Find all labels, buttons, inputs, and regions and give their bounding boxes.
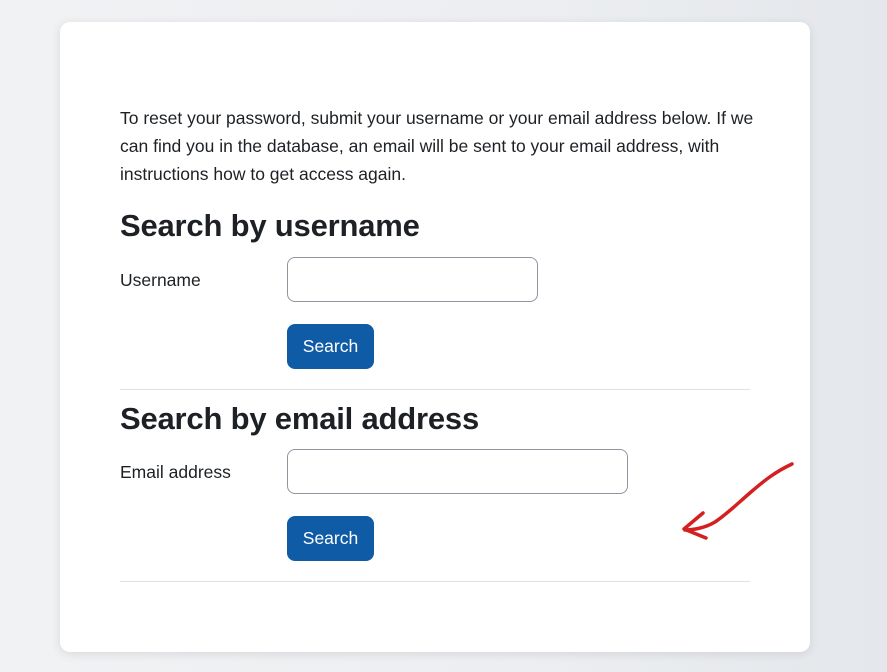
section-divider <box>120 389 750 390</box>
password-reset-card: To reset your password, submit your user… <box>60 22 810 652</box>
username-input[interactable] <box>287 257 538 302</box>
search-by-email-heading: Search by email address <box>120 401 479 436</box>
section-divider <box>120 581 750 582</box>
username-label: Username <box>120 270 201 290</box>
red-arrow-annotation-icon <box>682 462 794 540</box>
search-email-button[interactable]: Search <box>287 516 374 561</box>
search-by-username-heading: Search by username <box>120 208 420 243</box>
email-input[interactable] <box>287 449 628 494</box>
instructions-text: To reset your password, submit your user… <box>120 108 754 184</box>
email-label: Email address <box>120 462 231 482</box>
search-username-button[interactable]: Search <box>287 324 374 369</box>
